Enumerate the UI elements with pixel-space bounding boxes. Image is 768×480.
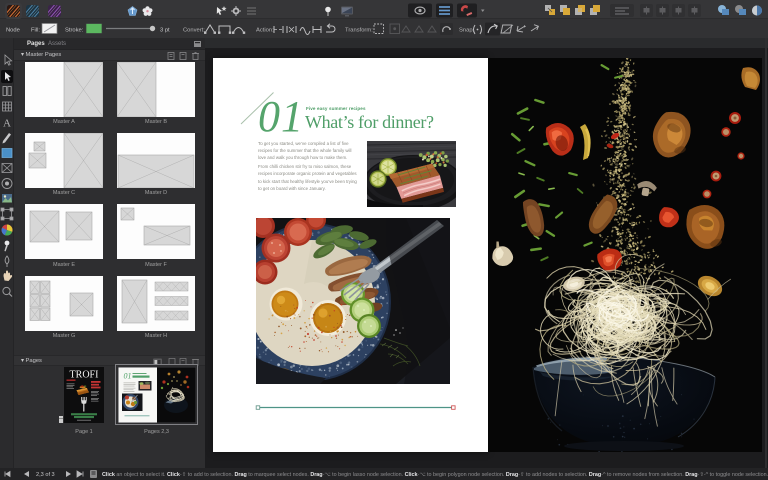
svg-text:A: A xyxy=(3,118,11,130)
svg-text:Convert:: Convert: xyxy=(183,27,205,33)
svg-text:Click an object to select it.: Click an object to select it. Click-⇧ to… xyxy=(102,472,768,478)
svg-text:3 pt: 3 pt xyxy=(160,27,170,33)
svg-text:Transform:: Transform: xyxy=(345,27,373,33)
svg-text:Action:: Action: xyxy=(256,27,274,33)
svg-text:Stroke:: Stroke: xyxy=(65,27,84,33)
svg-text:01: 01 xyxy=(123,371,131,380)
svg-text:2,3 of 3: 2,3 of 3 xyxy=(36,472,55,478)
svg-text:TROFI: TROFI xyxy=(70,369,99,380)
svg-text:Snap:: Snap: xyxy=(459,27,475,33)
svg-text:Fill:: Fill: xyxy=(31,27,40,33)
svg-text:Node: Node xyxy=(6,27,20,33)
